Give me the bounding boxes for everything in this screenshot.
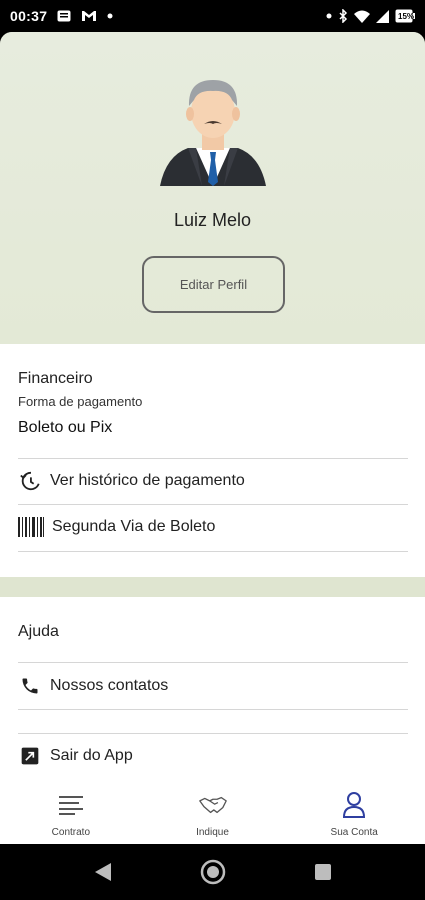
boleto-copy-label: Segunda Via de Boleto [52, 518, 216, 535]
history-icon [18, 469, 42, 493]
divider [18, 458, 408, 459]
profile-name: Luiz Melo [173, 210, 252, 230]
nav-indique[interactable]: Indique [142, 785, 284, 844]
divider [18, 551, 408, 552]
boleto-copy-item[interactable]: Segunda Via de Boleto [18, 512, 408, 542]
battery-icon: 15% [395, 9, 415, 23]
divider [18, 733, 408, 734]
contacts-item[interactable]: Nossos contatos [18, 671, 408, 701]
phone-icon [18, 674, 42, 698]
payment-method-label: Forma de pagamento [18, 394, 143, 409]
divider [18, 504, 408, 505]
finance-card: Financeiro Forma de pagamento Boleto ou … [0, 344, 425, 577]
payment-history-label: Ver histórico de pagamento [50, 472, 245, 489]
bluetooth-icon [338, 9, 348, 23]
system-navigation-bar [0, 844, 425, 900]
gmail-icon [81, 10, 97, 22]
recents-icon[interactable] [309, 858, 337, 886]
back-icon[interactable] [89, 858, 117, 886]
divider [18, 709, 408, 710]
finance-title: Financeiro [18, 370, 93, 387]
nav-sua-conta[interactable]: Sua Conta [283, 785, 425, 844]
exit-app-label: Sair do App [50, 747, 133, 764]
handshake-icon [198, 791, 227, 819]
help-card: Ajuda Nossos contatos Sair do App [0, 597, 425, 785]
list-icon [57, 791, 85, 819]
exit-app-item[interactable]: Sair do App [18, 741, 408, 771]
nav-sua-conta-label: Sua Conta [330, 827, 378, 838]
status-bar: 00:37 15% [0, 0, 425, 32]
avatar [158, 70, 268, 190]
exit-icon [18, 744, 42, 768]
home-icon[interactable] [199, 858, 227, 886]
profile-header: Luiz Melo Editar Perfil [0, 32, 425, 344]
dot-icon [107, 13, 113, 19]
status-time: 00:37 [10, 8, 48, 24]
barcode-icon [18, 515, 44, 539]
wifi-icon [354, 10, 370, 23]
nav-indique-label: Indique [196, 827, 229, 838]
dot-icon [326, 13, 332, 19]
bottom-navigation: Contrato Indique Sua Conta [0, 785, 425, 844]
user-icon [340, 791, 368, 819]
contacts-label: Nossos contatos [50, 677, 169, 694]
nav-contrato[interactable]: Contrato [0, 785, 142, 844]
signal-icon [376, 9, 389, 23]
payment-history-item[interactable]: Ver histórico de pagamento [18, 466, 408, 496]
nav-contrato-label: Contrato [51, 827, 91, 838]
battery-percent: 15% [398, 12, 415, 21]
help-title: Ajuda [18, 623, 59, 640]
payment-method-value: Boleto ou Pix [18, 419, 113, 436]
notification-icon [57, 10, 71, 22]
edit-profile-button[interactable]: Editar Perfil [142, 256, 285, 313]
businessman-avatar-icon [160, 80, 266, 186]
app-container: Luiz Melo Editar Perfil Financeiro Forma… [0, 32, 425, 844]
divider [18, 662, 408, 663]
